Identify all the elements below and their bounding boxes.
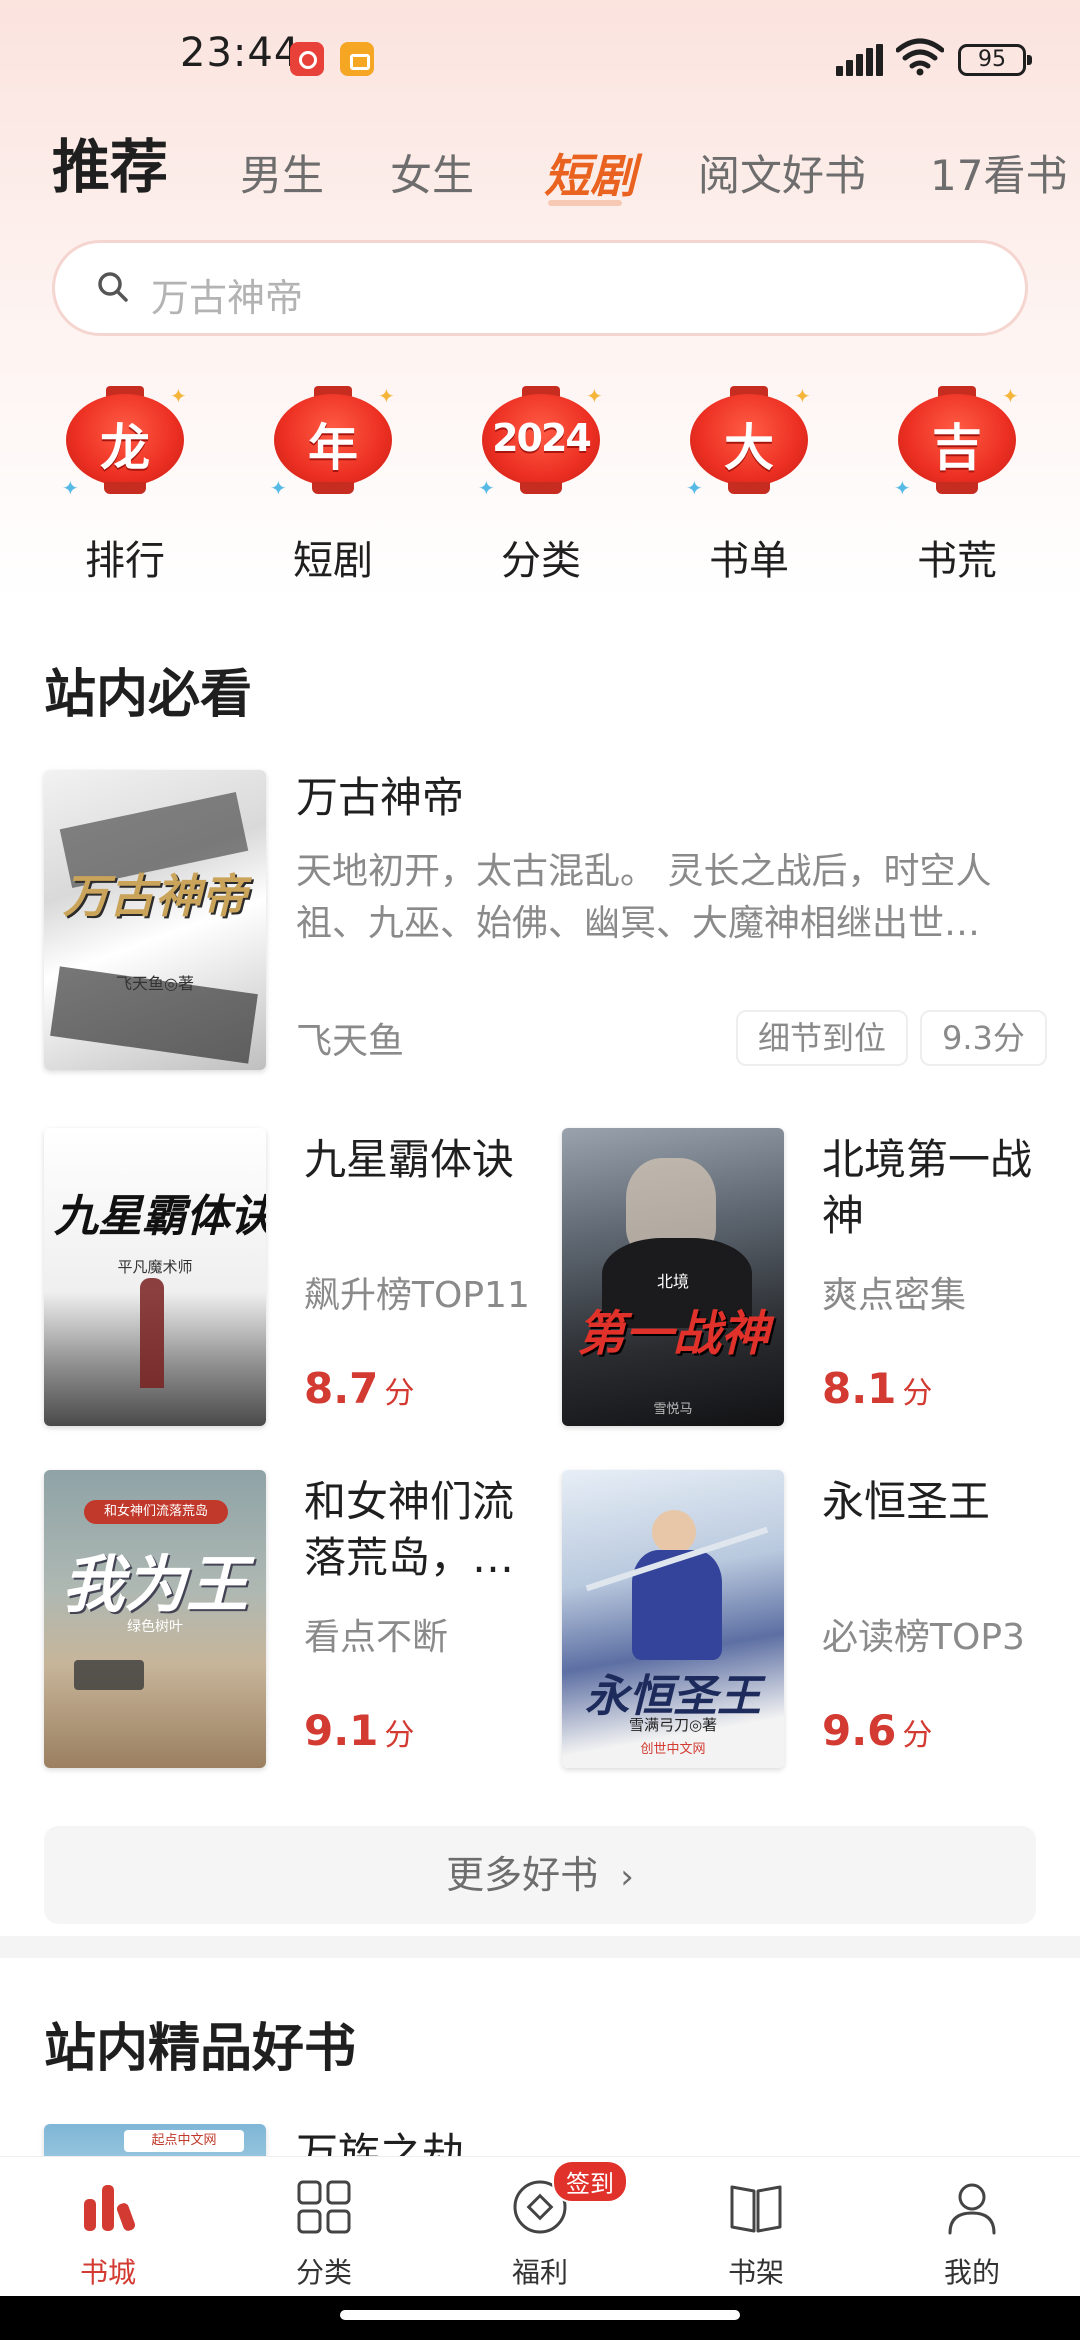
cover-subtitle: 和女神们流落荒岛: [84, 1500, 228, 1524]
nav-me[interactable]: 我的: [902, 2177, 1042, 2291]
lantern-icon: 2024 ✦ ✦: [478, 384, 603, 500]
section-divider: [0, 1936, 1080, 1958]
book-tag: 必读榜TOP3: [822, 1617, 1025, 1658]
tab-recommend[interactable]: 推荐: [52, 120, 168, 204]
tab-17-kanshu[interactable]: 17看书: [930, 142, 1067, 203]
featured-book-card[interactable]: 万古神帝 飞天鱼◎著 万古神帝 天地初开，太古混乱。 灵长之战后，时空人祖、九巫…: [0, 760, 1080, 1080]
nav-label: 分类: [295, 2256, 352, 2289]
lantern-icon: 吉 ✦ ✦: [894, 384, 1019, 500]
quick-links: 龙 ✦ ✦ 排行 年 ✦ ✦ 短剧 2024 ✦ ✦ 分类 大 ✦ ✦ 书单 吉…: [0, 370, 1080, 590]
cover-title: 万古神帝: [63, 869, 247, 923]
book-author: 飞天鱼: [296, 1021, 405, 1062]
category-tabs: 推荐 男生 女生 短剧 阅文好书 17看书: [0, 120, 1080, 210]
lantern-icon: 年 ✦ ✦: [270, 384, 395, 500]
book-card[interactable]: 九星霸体诀 平凡魔术师 九星霸体诀 飙升榜TOP11 8.7 分: [0, 1128, 540, 1428]
book-cover: 万古神帝 飞天鱼◎著: [44, 770, 266, 1070]
signal-icon: [836, 44, 884, 76]
checkin-badge[interactable]: 签到: [552, 2160, 628, 2203]
active-tab-indicator: [548, 200, 622, 206]
cover-author: 飞天鱼◎著: [116, 974, 194, 993]
nav-label: 我的: [943, 2256, 1000, 2289]
cover-brand: 起点中文网: [124, 2130, 244, 2152]
quick-link-label: 排行: [85, 538, 165, 584]
quick-link-category[interactable]: 2024 ✦ ✦ 分类: [466, 370, 616, 590]
tag-row: 细节到位 9.3分: [736, 1010, 1047, 1070]
cover-author: 绿色树叶: [127, 1619, 183, 1635]
book-cover: 永恒圣王 雪满弓刀◎著 创世中文网: [562, 1470, 784, 1768]
search-icon: [98, 272, 128, 302]
book-card[interactable]: 北境 第一战神 雪悦马 北境第一战神 爽点密集 8.1 分: [540, 1128, 1080, 1428]
status-time: 23:44: [180, 30, 301, 76]
book-tag: 看点不断: [304, 1617, 449, 1658]
quick-link-label: 短剧: [293, 538, 373, 584]
system-home-bar: [0, 2296, 1080, 2340]
cover-title: 九星霸体诀: [54, 1191, 266, 1242]
cover-title: 我为王: [61, 1548, 248, 1621]
quick-link-label: 书单: [709, 538, 789, 584]
quick-link-short-drama[interactable]: 年 ✦ ✦ 短剧: [258, 370, 408, 590]
tag-chip: 细节到位: [736, 1010, 909, 1066]
quick-link-ranking[interactable]: 龙 ✦ ✦ 排行: [50, 370, 200, 590]
book-description: 天地初开，太古混乱。 灵长之战后，时空人祖、九巫、始佛、幽冥、大魔神相继出世…: [296, 851, 992, 944]
score-chip: 9.3分: [920, 1010, 1047, 1066]
nav-label: 福利: [511, 2256, 568, 2289]
book-title: 永恒圣王: [822, 1477, 991, 1526]
book-title: 和女神们流落荒岛，…: [304, 1477, 515, 1582]
book-cover: 九星霸体诀 平凡魔术师: [44, 1128, 266, 1426]
cover-author: 雪悦马: [653, 1402, 693, 1417]
section-title-must-read: 站内必看: [44, 665, 253, 725]
home-indicator[interactable]: [340, 2310, 740, 2320]
taobao-icon: [340, 42, 374, 76]
quick-link-booklist[interactable]: 大 ✦ ✦ 书单: [674, 370, 824, 590]
book-title: 九星霸体诀: [304, 1135, 515, 1184]
book-score: 8.7 分: [304, 1364, 415, 1413]
wifi-icon: [896, 38, 944, 76]
tab-female[interactable]: 女生: [390, 142, 474, 203]
section-title-quality: 站内精品好书: [44, 2019, 357, 2079]
chart-bars-icon: [84, 2185, 136, 2231]
book-card[interactable]: 和女神们流落荒岛 我为王 绿色树叶 和女神们流落荒岛，… 看点不断 9.1 分: [0, 1470, 540, 1770]
book-score: 8.1 分: [822, 1364, 933, 1413]
cover-subtitle: 北境: [656, 1272, 689, 1291]
more-books-label: 更多好书: [446, 1853, 599, 1897]
cover-brand: 创世中文网: [640, 1742, 706, 1757]
quick-link-label: 分类: [501, 538, 581, 584]
book-cover: 和女神们流落荒岛 我为王 绿色树叶: [44, 1470, 266, 1768]
lantern-icon: 龙 ✦ ✦: [62, 384, 187, 500]
battery-icon: 95: [958, 44, 1032, 76]
book-score: 9.6 分: [822, 1706, 933, 1755]
status-bar: 23:44 95: [0, 0, 1080, 116]
more-books-button[interactable]: 更多好书 ›: [44, 1826, 1036, 1924]
nav-bookshelf[interactable]: 书架: [686, 2177, 826, 2291]
chevron-right-icon: ›: [620, 1857, 634, 1897]
grid-icon: [297, 2180, 351, 2234]
book-card[interactable]: 永恒圣王 雪满弓刀◎著 创世中文网 永恒圣王 必读榜TOP3 9.6 分: [540, 1470, 1080, 1770]
tab-yuewen-books[interactable]: 阅文好书: [698, 142, 866, 203]
nav-label: 书城: [79, 2256, 136, 2289]
search-placeholder: 万古神帝: [151, 276, 304, 320]
tab-short-drama[interactable]: 短剧: [544, 140, 636, 206]
book-title: 万古神帝: [296, 773, 465, 822]
nav-bookstore[interactable]: 书城: [38, 2177, 178, 2291]
book-tag: 爽点密集: [822, 1275, 967, 1316]
nav-category[interactable]: 分类: [254, 2177, 394, 2291]
quick-link-book-shortage[interactable]: 吉 ✦ ✦ 书荒: [882, 370, 1032, 590]
book-tag: 飙升榜TOP11: [304, 1275, 530, 1316]
cover-author: 平凡魔术师: [117, 1258, 193, 1276]
book-cover: 北境 第一战神 雪悦马: [562, 1128, 784, 1426]
netease-music-icon: [290, 42, 324, 76]
book-title: 北境第一战神: [822, 1135, 1033, 1240]
cover-title: 第一战神: [576, 1306, 769, 1362]
tab-male[interactable]: 男生: [240, 142, 324, 203]
quick-link-label: 书荒: [917, 538, 997, 584]
lantern-icon: 大 ✦ ✦: [686, 384, 811, 500]
cover-author: 雪满弓刀◎著: [628, 1716, 718, 1734]
open-book-icon: [730, 2185, 782, 2233]
search-input[interactable]: 万古神帝: [52, 240, 1028, 336]
nav-label: 书架: [727, 2256, 784, 2289]
book-score: 9.1 分: [304, 1706, 415, 1755]
person-icon: [948, 2183, 996, 2235]
